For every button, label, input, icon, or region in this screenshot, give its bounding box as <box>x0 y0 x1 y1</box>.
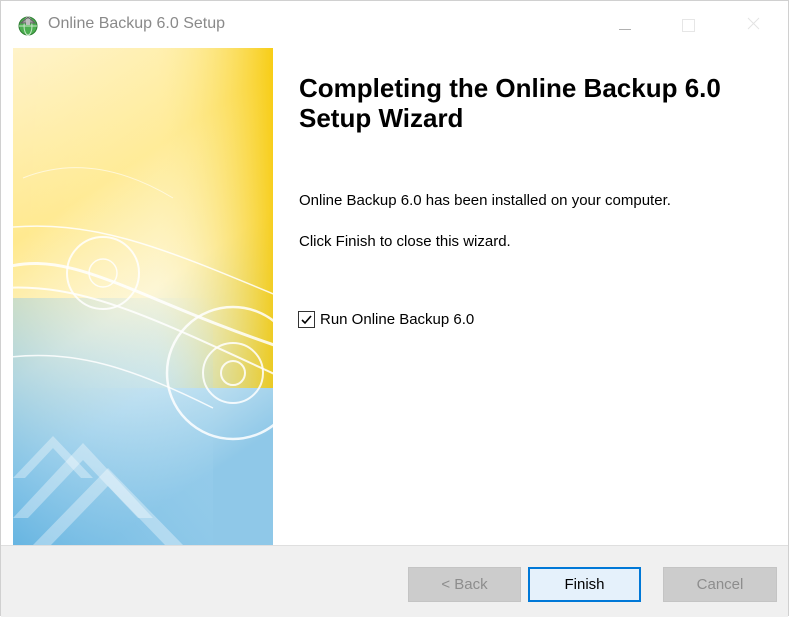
cancel-button[interactable]: Cancel <box>663 567 777 602</box>
minimize-button[interactable] <box>597 1 653 47</box>
finish-button[interactable]: Finish <box>528 567 641 602</box>
title-bar[interactable]: Online Backup 6.0 Setup <box>1 1 788 47</box>
wizard-banner-image <box>13 48 273 545</box>
wizard-heading: Completing the Online Backup 6.0 Setup W… <box>299 73 721 133</box>
finish-hint-message: Click Finish to close this wizard. <box>299 233 511 250</box>
installed-message: Online Backup 6.0 has been installed on … <box>299 192 671 209</box>
run-app-checkbox-label[interactable]: Run Online Backup 6.0 <box>320 311 474 328</box>
backup-globe-icon <box>17 14 39 36</box>
run-app-checkbox[interactable]: Run Online Backup 6.0 <box>298 308 474 330</box>
close-button[interactable] <box>725 1 781 47</box>
setup-wizard-window: Online Backup 6.0 Setup Completing the O… <box>0 0 789 617</box>
maximize-button[interactable] <box>659 1 715 47</box>
window-title: Online Backup 6.0 Setup <box>48 15 226 32</box>
wizard-footer: < Back Finish Cancel <box>1 545 788 617</box>
checkbox-checked-icon[interactable] <box>298 310 315 328</box>
close-icon <box>747 17 760 30</box>
back-button[interactable]: < Back <box>408 567 521 602</box>
